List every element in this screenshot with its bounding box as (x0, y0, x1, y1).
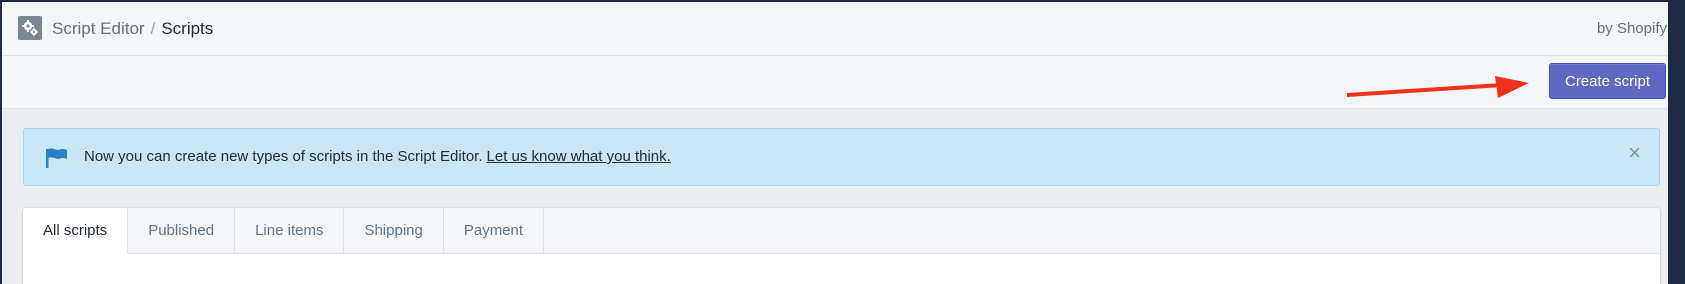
tab-published[interactable]: Published (128, 208, 236, 253)
breadcrumb-separator: / (150, 19, 156, 38)
banner-message-text: Now you can create new types of scripts … (84, 148, 483, 165)
tab-payment[interactable]: Payment (444, 208, 545, 253)
top-bar: Script Editor / Scripts by Shopify (2, 2, 1683, 56)
banner-message: Now you can create new types of scripts … (84, 147, 671, 167)
tab-line-items[interactable]: Line items (235, 208, 345, 253)
annotation-arrow (1347, 76, 1529, 98)
window-edge (1668, 0, 1685, 284)
tab-all-scripts[interactable]: All scripts (23, 208, 129, 254)
tab-shipping[interactable]: Shipping (344, 208, 444, 253)
breadcrumb: Script Editor / Scripts (52, 18, 213, 40)
page-title: Scripts (161, 19, 214, 38)
breadcrumb-app-link[interactable]: Script Editor (52, 19, 145, 38)
feedback-link[interactable]: Let us know what you think. (487, 148, 671, 165)
app-window: Script Editor / Scripts by Shopify Create … (2, 2, 1683, 284)
info-banner: Now you can create new types of scripts … (23, 128, 1660, 186)
gears-icon-graphic (22, 20, 38, 36)
tab-bar: All scripts Published Line items Shippin… (23, 208, 1660, 254)
scripts-card: All scripts Published Line items Shippin… (23, 208, 1660, 284)
gears-icon[interactable] (18, 16, 42, 40)
flag-icon (46, 148, 67, 168)
vendor-label: by Shopify (1596, 20, 1667, 37)
close-icon[interactable]: × (1628, 142, 1641, 164)
create-script-button[interactable]: Create script (1549, 63, 1666, 99)
